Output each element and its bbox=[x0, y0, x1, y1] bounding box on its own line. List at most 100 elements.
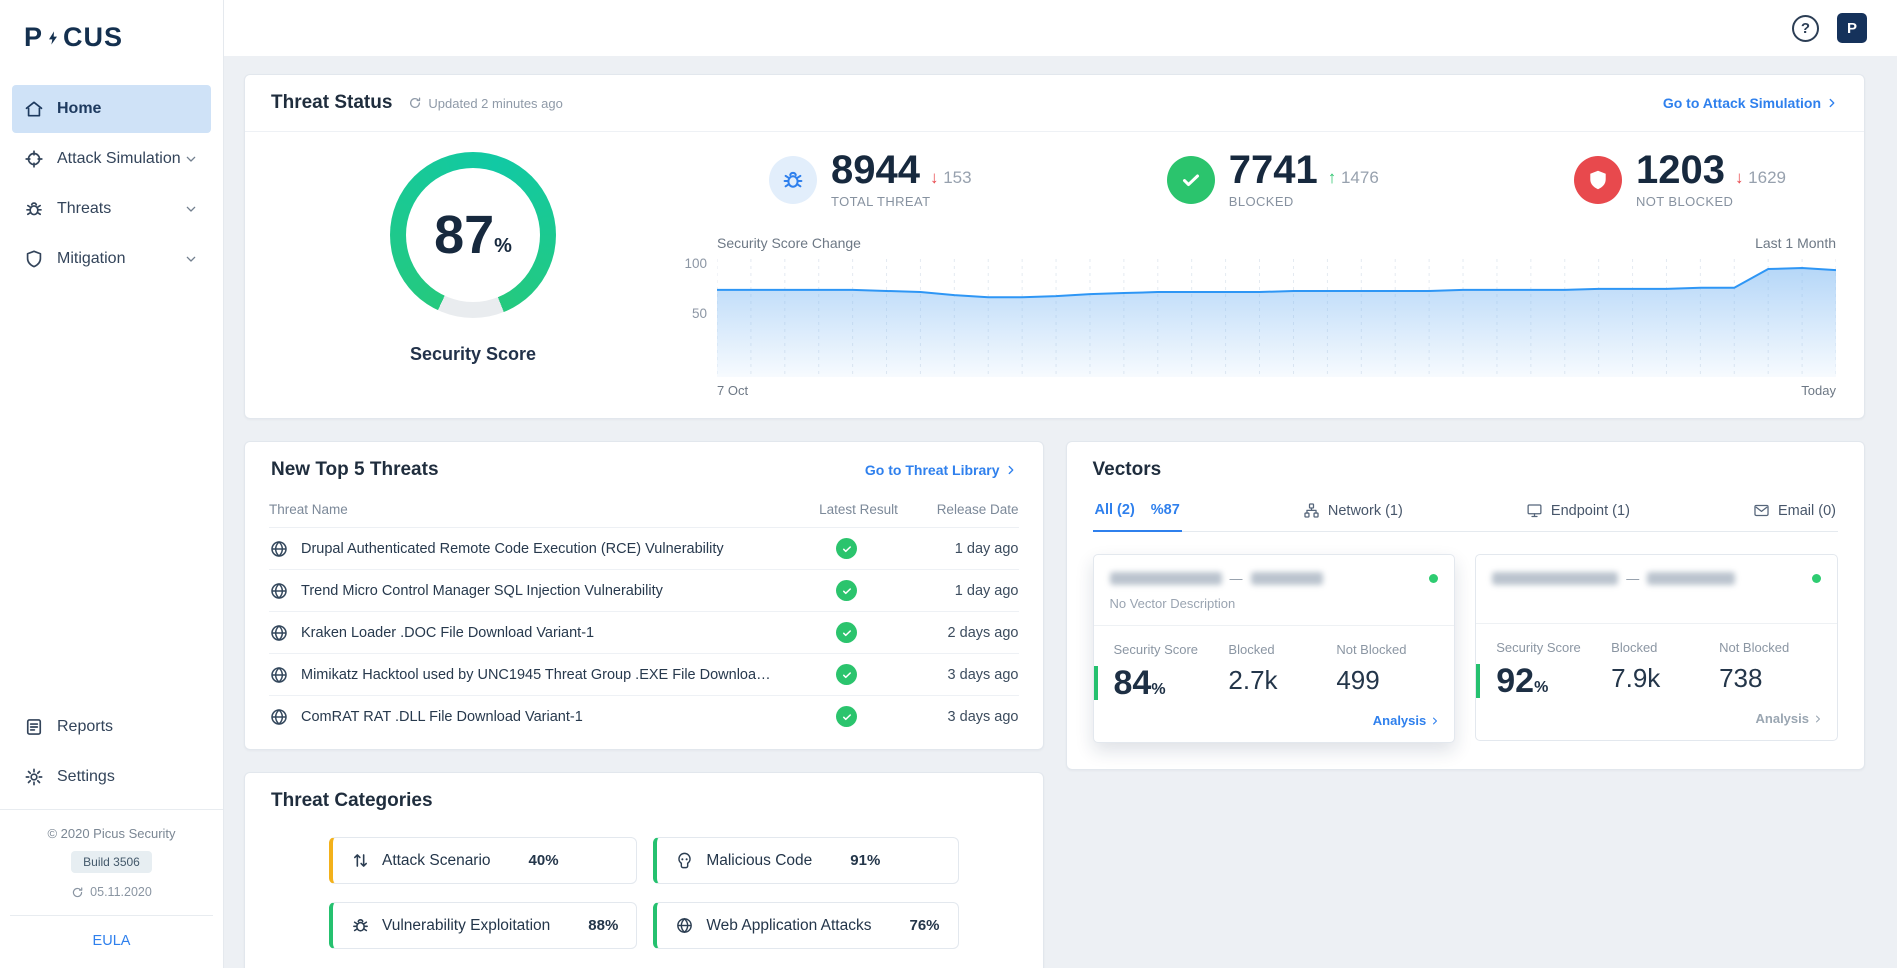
malicious-code-icon bbox=[269, 623, 289, 643]
blocked-label: Blocked bbox=[1611, 640, 1719, 655]
table-row[interactable]: Trend Micro Control Manager SQL Injectio… bbox=[269, 570, 1019, 612]
sidebar-item-home[interactable]: Home bbox=[12, 85, 211, 133]
tab-network[interactable]: Network (1) bbox=[1301, 498, 1405, 531]
skull-icon bbox=[675, 851, 694, 870]
eula-row: EULA bbox=[10, 915, 213, 968]
security-score-unit: % bbox=[494, 235, 512, 258]
picus-logo[interactable]: P CUS bbox=[0, 0, 223, 71]
threat-status-body: 87 % Security Score bbox=[245, 132, 1864, 418]
stat-label: NOT BLOCKED bbox=[1636, 194, 1786, 209]
column-header-latest-result: Latest Result bbox=[803, 502, 915, 517]
top-threats-header: New Top 5 Threats Go to Threat Library bbox=[245, 442, 1043, 498]
latest-result-cell bbox=[791, 664, 903, 685]
vector-stats: Security Score 92% Blocked 7.9k bbox=[1476, 624, 1837, 706]
tab-email[interactable]: Email (0) bbox=[1751, 498, 1838, 531]
vectors-header: Vectors bbox=[1067, 442, 1865, 498]
globe-icon bbox=[675, 916, 694, 935]
logo-text-right: CUS bbox=[63, 22, 123, 53]
x-axis-end-label: Today bbox=[1801, 383, 1836, 398]
bug-icon bbox=[351, 916, 370, 935]
report-icon bbox=[24, 717, 44, 737]
tab-all[interactable]: All (2) %87 bbox=[1093, 498, 1182, 532]
blocked-value: 7.9k bbox=[1611, 664, 1719, 694]
tab-endpoint[interactable]: Endpoint (1) bbox=[1524, 498, 1632, 531]
not-blocked-label: Not Blocked bbox=[1719, 640, 1827, 655]
question-mark-icon: ? bbox=[1801, 20, 1810, 37]
build-badge: Build 3506 bbox=[71, 851, 152, 873]
stat-not-blocked: 1203 ↓ 1629 NOT BLOCKED bbox=[1574, 150, 1786, 209]
release-date: 1 day ago bbox=[915, 583, 1019, 599]
redacted-vector-name bbox=[1251, 572, 1323, 585]
sidebar: P CUS Home Attack Simulation Threats Mit… bbox=[0, 0, 224, 968]
stat-value: 7741 bbox=[1229, 150, 1318, 190]
card-title: Threat Status bbox=[271, 92, 392, 114]
table-row[interactable]: ComRAT RAT .DLL File Download Variant-1 … bbox=[269, 696, 1019, 737]
stats-row: 8944 ↓ 153 TOTAL THREAT bbox=[673, 146, 1836, 209]
help-button[interactable]: ? bbox=[1792, 15, 1819, 42]
security-score-value: 84% bbox=[1094, 666, 1229, 700]
vector-card[interactable]: — Security Score bbox=[1475, 554, 1838, 741]
not-blocked-value: 499 bbox=[1336, 666, 1444, 696]
go-to-threat-library-link[interactable]: Go to Threat Library bbox=[865, 462, 1017, 478]
web-attack-icon bbox=[269, 581, 289, 601]
sidebar-footer: © 2020 Picus Security Build 3506 05.11.2… bbox=[0, 809, 223, 968]
app-root: P CUS Home Attack Simulation Threats Mit… bbox=[0, 0, 1897, 968]
analysis-link[interactable]: Analysis bbox=[1373, 713, 1440, 728]
not-blocked-value: 738 bbox=[1719, 664, 1827, 694]
vector-card[interactable]: — No Vector Description Security Score bbox=[1093, 554, 1456, 743]
bug-icon bbox=[769, 156, 817, 204]
stat-total-threat: 8944 ↓ 153 TOTAL THREAT bbox=[769, 150, 972, 209]
bug-icon bbox=[24, 199, 44, 219]
vector-stats: Security Score 84% Blocked 2.7k bbox=[1094, 626, 1455, 708]
analysis-link[interactable]: Analysis bbox=[1756, 711, 1823, 726]
go-to-attack-simulation-link[interactable]: Go to Attack Simulation bbox=[1663, 95, 1838, 111]
home-icon bbox=[24, 99, 44, 119]
avatar[interactable]: P bbox=[1837, 13, 1867, 43]
sidebar-item-label: Settings bbox=[57, 768, 115, 786]
arrow-down-icon: ↓ bbox=[1735, 168, 1744, 187]
sidebar-item-label: Threats bbox=[57, 200, 111, 218]
sidebar-item-reports[interactable]: Reports bbox=[12, 703, 211, 751]
stat-value: 8944 bbox=[831, 150, 920, 190]
security-score-block: 87 % Security Score bbox=[273, 146, 673, 398]
sidebar-item-attack-simulation[interactable]: Attack Simulation bbox=[12, 135, 211, 183]
eula-link[interactable]: EULA bbox=[93, 933, 131, 949]
table-header-row: Threat Name Latest Result Release Date bbox=[269, 498, 1019, 528]
table-row[interactable]: Drupal Authenticated Remote Code Executi… bbox=[269, 528, 1019, 570]
chevron-down-icon[interactable] bbox=[183, 151, 199, 167]
chevron-right-icon bbox=[1826, 97, 1838, 109]
copyright-text: © 2020 Picus Security bbox=[10, 826, 213, 841]
column-header-threat-name: Threat Name bbox=[269, 502, 803, 517]
arrow-down-icon: ↓ bbox=[930, 168, 939, 187]
threat-status-right: 8944 ↓ 153 TOTAL THREAT bbox=[673, 146, 1836, 398]
threat-name: Trend Micro Control Manager SQL Injectio… bbox=[301, 583, 779, 599]
sidebar-item-mitigation[interactable]: Mitigation bbox=[12, 235, 211, 283]
monitor-icon bbox=[1526, 502, 1543, 519]
chevron-down-icon[interactable] bbox=[183, 251, 199, 267]
chevron-down-icon[interactable] bbox=[183, 201, 199, 217]
category-malicious-code[interactable]: Malicious Code 91% bbox=[653, 837, 958, 884]
stat-label: BLOCKED bbox=[1229, 194, 1379, 209]
sidebar-item-threats[interactable]: Threats bbox=[12, 185, 211, 233]
sidebar-item-label: Mitigation bbox=[57, 250, 125, 268]
column-header-release-date: Release Date bbox=[915, 502, 1019, 517]
sidebar-item-settings[interactable]: Settings bbox=[12, 753, 211, 801]
logo-text-left: P bbox=[24, 22, 43, 53]
category-vulnerability-exploitation[interactable]: Vulnerability Exploitation 88% bbox=[329, 902, 637, 949]
shield-alert-icon bbox=[1574, 156, 1622, 204]
threat-categories-header: Threat Categories bbox=[245, 773, 1043, 829]
sidebar-item-label: Attack Simulation bbox=[57, 150, 181, 168]
category-attack-scenario[interactable]: Attack Scenario 40% bbox=[329, 837, 637, 884]
chevron-right-icon bbox=[1430, 716, 1440, 726]
threat-status-card: Threat Status Updated 2 minutes ago Go t… bbox=[244, 74, 1865, 419]
check-circle-icon bbox=[836, 538, 857, 559]
updated-status: Updated 2 minutes ago bbox=[408, 96, 562, 111]
card-title: Threat Categories bbox=[271, 790, 433, 812]
chart-title: Security Score Change bbox=[717, 235, 861, 251]
stat-label: TOTAL THREAT bbox=[831, 194, 972, 209]
table-row[interactable]: Mimikatz Hacktool used by UNC1945 Threat… bbox=[269, 654, 1019, 696]
malicious-code-icon bbox=[269, 707, 289, 727]
table-row[interactable]: Kraken Loader .DOC File Download Variant… bbox=[269, 612, 1019, 654]
vector-cards: — No Vector Description Security Score bbox=[1067, 532, 1865, 769]
category-web-application-attacks[interactable]: Web Application Attacks 76% bbox=[653, 902, 958, 949]
